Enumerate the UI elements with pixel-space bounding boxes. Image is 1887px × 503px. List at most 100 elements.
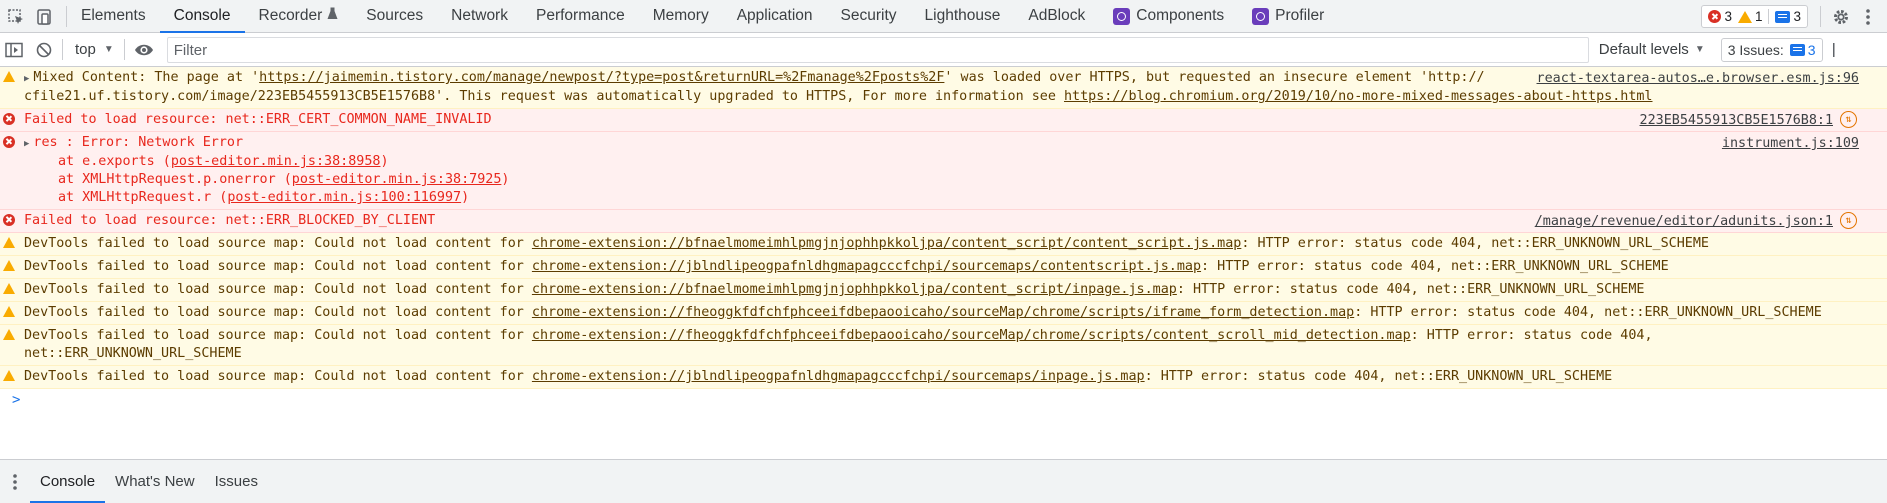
message-link[interactable]: post-editor.min.js:38:8958 — [171, 154, 381, 169]
device-toolbar-icon[interactable] — [32, 0, 56, 33]
console-message-warning: ▶ Mixed Content: The page at 'https://jai… — [0, 67, 1887, 109]
console-message-warning: DevTools failed to load source map: Coul… — [0, 256, 1887, 279]
warning-icon — [3, 306, 15, 317]
message-link[interactable]: chrome-extension://jblndlipeogpafnldhgma… — [532, 259, 1201, 274]
console-settings-gear-icon[interactable] — [1823, 33, 1845, 66]
drawer-tab-what-s-new[interactable]: What's New — [105, 460, 205, 503]
message-source-link[interactable]: instrument.js:109 — [1715, 135, 1859, 153]
tab-application[interactable]: Application — [723, 0, 827, 32]
tab-label: Lighthouse — [924, 7, 1001, 24]
message-line: cfile21.uf.tistory.com/image/223EB545591… — [24, 89, 1653, 104]
drawer-tab-issues[interactable]: Issues — [205, 460, 268, 503]
settings-gear-icon[interactable] — [1827, 0, 1855, 33]
message-line: Failed to load resource: net::ERR_CERT_C… — [24, 112, 492, 127]
tab-memory[interactable]: Memory — [639, 0, 723, 32]
live-expression-eye-icon[interactable] — [129, 33, 159, 66]
error-icon — [3, 214, 15, 226]
message-link[interactable]: post-editor.min.js:38:7925 — [292, 172, 502, 187]
tab-label: Sources — [366, 7, 424, 24]
more-options-icon[interactable] — [1855, 0, 1881, 33]
log-levels-dropdown[interactable]: Default levels ▼ — [1599, 41, 1705, 58]
tab-label: Elements — [81, 7, 146, 24]
warning-count: 1 — [1737, 9, 1762, 24]
tab-recorder[interactable]: Recorder — [245, 0, 353, 32]
sidebar-toggle-icon[interactable] — [2, 33, 26, 66]
tab-sources[interactable]: Sources — [352, 0, 437, 32]
console-message-error: Failed to load resource: net::ERR_BLOCKE… — [0, 210, 1887, 233]
message-line: DevTools failed to load source map: Coul… — [24, 328, 1653, 343]
warning-icon — [3, 283, 15, 294]
tab-adblock[interactable]: AdBlock — [1014, 0, 1099, 32]
react-icon — [1113, 7, 1131, 25]
filter-input[interactable]: Filter — [166, 36, 1589, 63]
tab-label: Security — [840, 7, 897, 24]
console-message-warning: DevTools failed to load source map: Coul… — [0, 279, 1887, 302]
message-line: DevTools failed to load source map: Coul… — [24, 282, 1645, 297]
console-message-error: ▶ res : Error: Network Error at e.exports … — [0, 132, 1887, 210]
tab-console[interactable]: Console — [159, 0, 245, 33]
context-selector[interactable]: top ▼ — [69, 41, 120, 58]
console-message-warning: DevTools failed to load source map: Coul… — [0, 233, 1887, 256]
message-link[interactable]: chrome-extension://bfnaelmomeimhlpmgjnjo… — [532, 236, 1241, 251]
message-line: DevTools failed to load source map: Coul… — [24, 369, 1613, 384]
message-link[interactable]: https://blog.chromium.org/2019/10/no-mor… — [1064, 89, 1653, 104]
tab-label: Recorder — [258, 7, 323, 24]
message-link[interactable]: chrome-extension://fheoggkfdfchfphceeifd… — [532, 305, 1354, 320]
message-link[interactable]: chrome-extension://jblndlipeogpafnldhgma… — [532, 369, 1145, 384]
message-link[interactable]: post-editor.min.js:100:116997 — [227, 190, 461, 205]
message-source-link[interactable]: /manage/revenue/editor/adunits.json:1 — [1528, 213, 1833, 231]
tab-label: Application — [736, 7, 813, 24]
warning-icon — [3, 329, 15, 340]
tab-label: Components — [1136, 7, 1225, 24]
toolbar-divider — [123, 39, 125, 60]
inspect-element-icon[interactable] — [4, 0, 28, 33]
message-line: at e.exports (post-editor.min.js:38:8958… — [58, 154, 389, 169]
toolbar-divider — [62, 39, 63, 60]
expand-triangle-icon[interactable]: ▶ — [24, 74, 29, 84]
tab-profiler[interactable]: Profiler — [1238, 0, 1338, 32]
tab-label: Memory — [652, 7, 709, 24]
message-source-link[interactable]: react-textarea-autos…e.browser.esm.js:96 — [1530, 70, 1859, 88]
issues-icon — [1789, 43, 1805, 56]
message-link[interactable]: chrome-extension://bfnaelmomeimhlpmgjnjo… — [532, 282, 1177, 297]
tab-security[interactable]: Security — [827, 0, 911, 32]
tab-label: Console — [173, 7, 231, 24]
console-message-warning: DevTools failed to load source map: Coul… — [0, 302, 1887, 325]
tab-lighthouse[interactable]: Lighthouse — [911, 0, 1015, 32]
network-request-icon[interactable]: ⇅ — [1840, 212, 1857, 229]
console-messages: ▶ Mixed Content: The page at 'https://jai… — [0, 67, 1887, 415]
message-link[interactable]: https://jaimemin.tistory.com/manage/newp… — [259, 70, 944, 85]
expand-triangle-icon[interactable]: ▶ — [24, 139, 29, 149]
drawer-tab-console[interactable]: Console — [30, 460, 106, 503]
tab-label: Network — [451, 7, 508, 24]
message-line: at XMLHttpRequest.p.onerror (post-editor… — [58, 172, 510, 187]
message-counts[interactable]: 3 1 3 — [1701, 5, 1808, 28]
warning-icon — [3, 260, 15, 271]
error-icon — [1708, 10, 1722, 23]
error-count: 3 — [1708, 9, 1732, 24]
message-line: net::ERR_UNKNOWN_URL_SCHEME — [24, 346, 242, 361]
issue-count: 3 — [1768, 9, 1801, 24]
devtools-tab-bar: Elements Console Recorder Sources Network Per… — [0, 0, 1887, 33]
console-message-warning: DevTools failed to load source map: Coul… — [0, 366, 1887, 389]
console-prompt[interactable]: > — [0, 389, 1887, 415]
network-request-icon[interactable]: ⇅ — [1840, 111, 1857, 128]
message-line: DevTools failed to load source map: Coul… — [24, 259, 1669, 274]
react-icon — [1252, 7, 1270, 25]
drawer-more-options-icon[interactable] — [0, 460, 30, 503]
tab-label: Profiler — [1275, 7, 1325, 24]
message-link[interactable]: chrome-extension://fheoggkfdfchfphceeifd… — [532, 328, 1411, 343]
console-message-error: Failed to load resource: net::ERR_CERT_C… — [0, 109, 1887, 132]
tab-performance[interactable]: Performance — [522, 0, 639, 32]
toolbar-divider — [1820, 6, 1821, 27]
warning-icon — [3, 71, 15, 82]
clear-console-icon[interactable] — [32, 33, 56, 66]
tab-elements[interactable]: Elements — [67, 0, 160, 32]
message-source-link[interactable]: 223EB5455913CB5E1576B8:1 — [1633, 112, 1833, 130]
panel-tabs: Elements Console Recorder Sources Network Per… — [67, 0, 1338, 33]
tab-network[interactable]: Network — [437, 0, 522, 32]
message-line: DevTools failed to load source map: Coul… — [24, 236, 1709, 251]
issues-button[interactable]: 3 Issues: 3 — [1720, 37, 1823, 62]
tab-components[interactable]: Components — [1099, 0, 1238, 32]
warning-icon — [1737, 10, 1752, 23]
